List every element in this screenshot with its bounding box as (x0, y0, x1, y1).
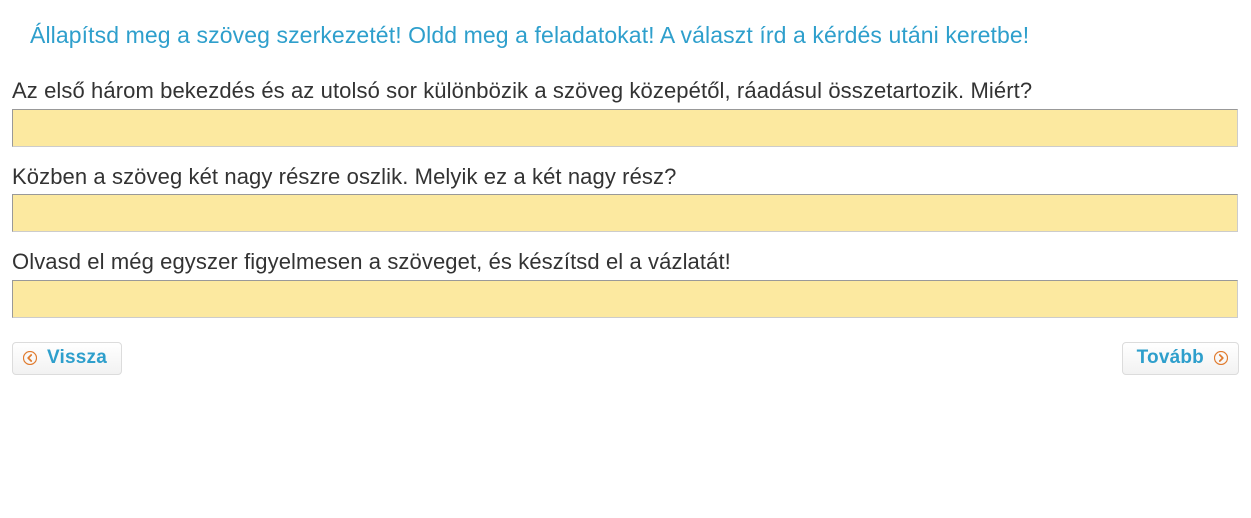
arrow-left-icon (23, 351, 37, 365)
next-button[interactable]: Tovább (1122, 342, 1239, 375)
question-text: Olvasd el még egyszer figyelmesen a szöv… (12, 248, 1239, 276)
question-block-1: Az első három bekezdés és az utolsó sor … (0, 77, 1251, 163)
question-text: Az első három bekezdés és az utolsó sor … (12, 77, 1239, 105)
question-block-2: Közben a szöveg két nagy részre oszlik. … (0, 163, 1251, 249)
question-text: Közben a szöveg két nagy részre oszlik. … (12, 163, 1239, 191)
arrow-right-icon (1214, 351, 1228, 365)
back-button[interactable]: Vissza (12, 342, 122, 375)
question-block-3: Olvasd el még egyszer figyelmesen a szöv… (0, 248, 1251, 334)
answer-input-2[interactable] (12, 194, 1238, 232)
answer-input-3[interactable] (12, 280, 1238, 318)
answer-input-1[interactable] (12, 109, 1238, 147)
exercise-container: Állapítsd meg a szöveg szerkezetét! Oldd… (0, 0, 1251, 375)
next-button-label: Tovább (1137, 347, 1204, 369)
nav-container: Vissza Tovább (0, 334, 1251, 375)
exercise-header: Állapítsd meg a szöveg szerkezetét! Oldd… (0, 22, 1251, 77)
back-button-label: Vissza (47, 347, 107, 369)
